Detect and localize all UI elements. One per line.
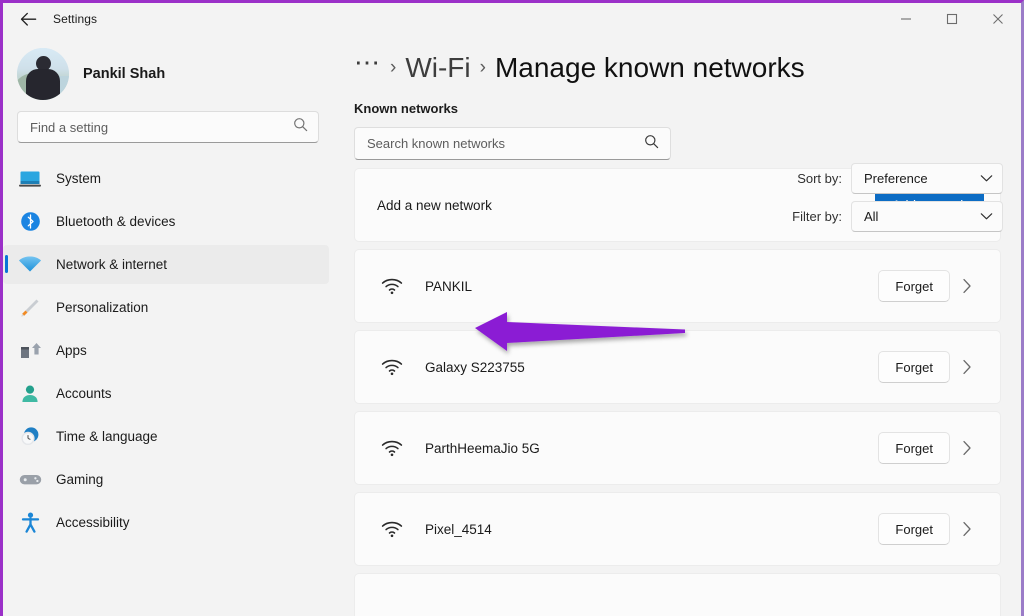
sidebar-nav: System Bluetooth & devices — [3, 159, 329, 616]
back-arrow-icon — [20, 12, 37, 27]
chevron-right-icon[interactable] — [950, 359, 984, 375]
wifi-icon — [377, 278, 407, 295]
search-icon — [293, 117, 308, 137]
sort-filter-group: Sort by: Preference Filter by: All — [792, 163, 1003, 232]
breadcrumb-overflow-button[interactable]: ⋯ — [354, 49, 381, 87]
sidebar-item-gaming[interactable]: Gaming — [3, 460, 329, 499]
close-button[interactable] — [975, 3, 1021, 35]
section-header: Known networks — [348, 101, 1003, 127]
accounts-icon — [17, 383, 43, 405]
sidebar-item-label: Network & internet — [56, 257, 167, 272]
network-search-placeholder: Search known networks — [367, 136, 644, 151]
close-icon — [992, 13, 1004, 25]
chevron-right-icon[interactable] — [950, 440, 984, 456]
add-network-label: Add a new network — [377, 198, 492, 213]
forget-button[interactable]: Forget — [878, 270, 950, 302]
apps-icon — [17, 340, 43, 362]
controls-row: Search known networks — [348, 127, 1003, 160]
system-icon — [17, 168, 43, 190]
filter-by-dropdown[interactable]: All — [851, 201, 1003, 232]
sort-by-label: Sort by: — [797, 171, 842, 186]
sort-row: Sort by: Preference — [792, 163, 1003, 194]
network-icon — [17, 254, 43, 276]
window-controls — [883, 3, 1021, 35]
chevron-down-icon — [980, 170, 993, 188]
title-bar: Settings — [3, 3, 1021, 35]
search-icon — [644, 134, 659, 154]
bluetooth-icon — [17, 211, 43, 233]
sidebar-item-network-internet[interactable]: Network & internet — [3, 245, 329, 284]
search-placeholder: Find a setting — [30, 120, 293, 135]
sort-by-dropdown[interactable]: Preference — [851, 163, 1003, 194]
filter-by-label: Filter by: — [792, 209, 842, 224]
main-pane: ⋯ › Wi-Fi › Manage known networks Known … — [340, 35, 1021, 616]
table-row[interactable]: ParthHeemaJio 5G Forget — [354, 411, 1001, 485]
sidebar-item-label: System — [56, 171, 101, 186]
clock-icon — [17, 426, 43, 448]
network-name: PANKIL — [425, 279, 472, 294]
breadcrumb-parent-link[interactable]: Wi-Fi — [405, 52, 470, 84]
window-body: Pankil Shah Find a setting — [3, 35, 1021, 616]
sidebar-item-accounts[interactable]: Accounts — [3, 374, 329, 413]
chevron-right-icon[interactable] — [950, 278, 984, 294]
brush-icon — [17, 297, 43, 319]
section-title: Known networks — [354, 101, 458, 116]
sidebar-item-label: Time & language — [56, 429, 158, 444]
sidebar-item-accessibility[interactable]: Accessibility — [3, 503, 329, 542]
maximize-button[interactable] — [929, 3, 975, 35]
table-row[interactable]: Galaxy S223755 Forget — [354, 330, 1001, 404]
sidebar-item-time-language[interactable]: Time & language — [3, 417, 329, 456]
sidebar-item-apps[interactable]: Apps — [3, 331, 329, 370]
sidebar-item-personalization[interactable]: Personalization — [3, 288, 329, 327]
forget-button[interactable]: Forget — [878, 351, 950, 383]
table-row[interactable]: Pixel_4514 Forget — [354, 492, 1001, 566]
maximize-icon — [946, 13, 958, 25]
app-title: Settings — [53, 12, 97, 26]
breadcrumb-separator: › — [390, 57, 396, 79]
network-name: Galaxy S223755 — [425, 360, 525, 375]
minimize-button[interactable] — [883, 3, 929, 35]
table-row[interactable]: PANKIL Forget — [354, 249, 1001, 323]
network-name: Pixel_4514 — [425, 522, 492, 537]
accessibility-icon — [17, 512, 43, 534]
filter-row: Filter by: All — [792, 201, 1003, 232]
sort-by-value: Preference — [864, 171, 980, 186]
networks-list: Add a new network Add network PANKIL — [348, 168, 1003, 616]
wifi-icon — [377, 359, 407, 376]
profile-name: Pankil Shah — [83, 66, 165, 82]
network-name: ParthHeemaJio 5G — [425, 441, 540, 456]
network-search-input[interactable]: Search known networks — [354, 127, 671, 160]
sidebar-item-label: Gaming — [56, 472, 103, 487]
search-input[interactable]: Find a setting — [17, 111, 319, 143]
wifi-icon — [377, 521, 407, 538]
sidebar-item-label: Accounts — [56, 386, 112, 401]
forget-button[interactable]: Forget — [878, 513, 950, 545]
sidebar-item-label: Accessibility — [56, 515, 130, 530]
sidebar: Pankil Shah Find a setting — [3, 35, 340, 616]
filter-by-value: All — [864, 209, 980, 224]
page-title: Manage known networks — [495, 52, 805, 84]
chevron-right-icon[interactable] — [950, 521, 984, 537]
breadcrumb: ⋯ › Wi-Fi › Manage known networks — [348, 35, 1003, 101]
settings-window: Settings — [0, 0, 1024, 616]
forget-button[interactable]: Forget — [878, 432, 950, 464]
gamepad-icon — [17, 469, 43, 491]
chevron-down-icon — [980, 208, 993, 226]
wifi-icon — [377, 440, 407, 457]
avatar — [17, 48, 69, 100]
table-row[interactable] — [354, 573, 1001, 616]
profile-block[interactable]: Pankil Shah — [3, 41, 329, 107]
back-button[interactable] — [11, 4, 45, 34]
sidebar-item-label: Personalization — [56, 300, 148, 315]
sidebar-item-label: Bluetooth & devices — [56, 214, 175, 229]
breadcrumb-separator: › — [480, 57, 486, 79]
sidebar-item-system[interactable]: System — [3, 159, 329, 198]
sidebar-search-wrap: Find a setting — [3, 107, 329, 143]
sidebar-item-label: Apps — [56, 343, 87, 358]
sidebar-item-bluetooth-devices[interactable]: Bluetooth & devices — [3, 202, 329, 241]
minimize-icon — [900, 13, 912, 25]
